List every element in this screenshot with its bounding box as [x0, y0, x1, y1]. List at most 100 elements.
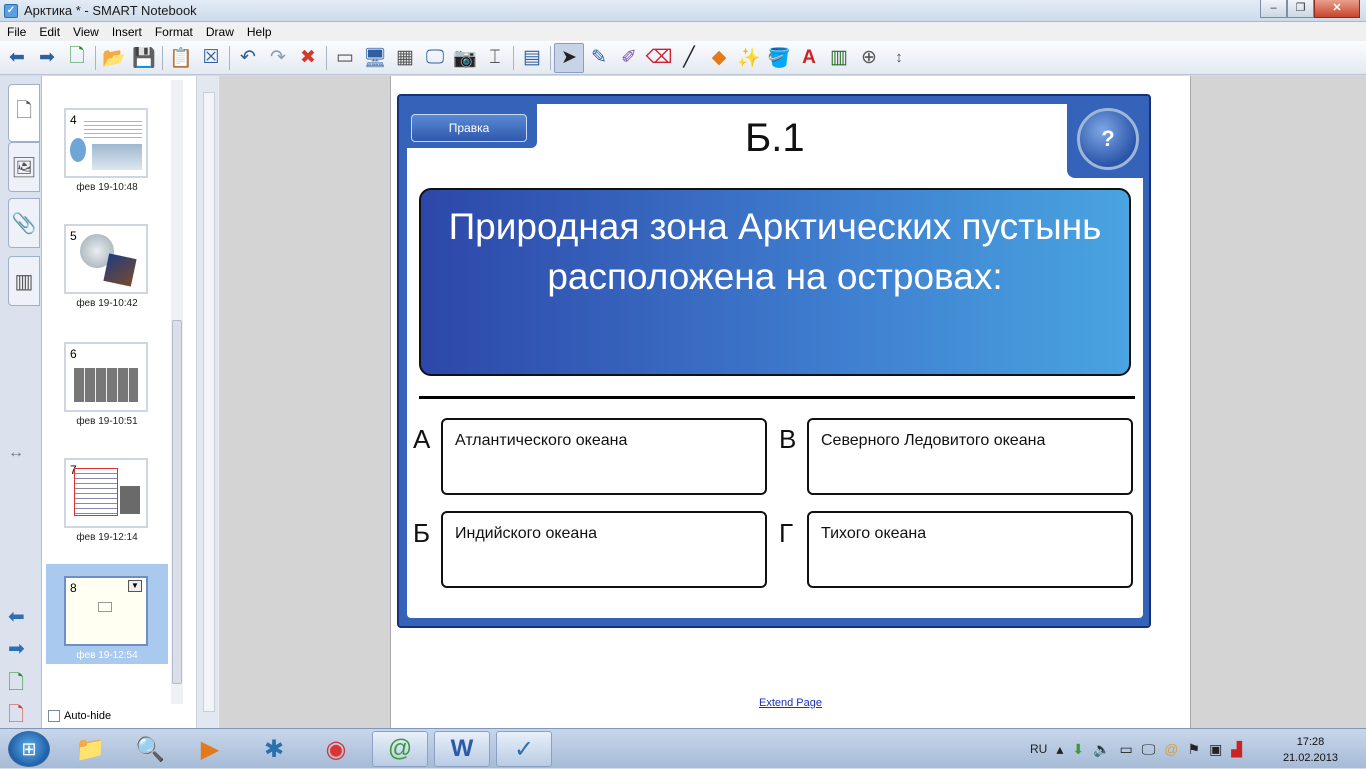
- answer-letter-a: А: [413, 424, 431, 454]
- taskbar: ⊞ 📁 🔍 ▶ ✱ ◉ @ W ✓ RU ▴ ⬇ 🔈 ▭ 🖵 @ ⚑ ▣ ▟ 1…: [0, 728, 1366, 768]
- gallery-tab[interactable]: 🖼: [8, 142, 40, 192]
- forward-arrow-icon[interactable]: ➡: [32, 43, 62, 73]
- menu-bar: File Edit View Insert Format Draw Help: [0, 22, 1366, 41]
- fill-icon[interactable]: 🪣: [764, 43, 794, 73]
- answer-box-v[interactable]: Северного Ледовитого океана: [807, 418, 1133, 495]
- back-arrow-icon[interactable]: ⬅: [2, 43, 32, 73]
- eraser-icon[interactable]: ⌫: [644, 43, 674, 73]
- page-thumbnail-6[interactable]: 6: [64, 342, 148, 412]
- dual-page-icon[interactable]: 🖵: [420, 43, 450, 73]
- menu-help[interactable]: Help: [240, 25, 278, 39]
- undo-icon[interactable]: ↶: [233, 43, 263, 73]
- properties-tab[interactable]: ▥: [8, 256, 40, 306]
- answer-letter-g: Г: [779, 518, 794, 548]
- smart-notebook-icon: ✓: [4, 3, 18, 18]
- table-icon[interactable]: ▤: [517, 43, 547, 73]
- redo-icon[interactable]: ↷: [263, 43, 293, 73]
- clock[interactable]: 17:28 21.02.2013: [1283, 734, 1338, 766]
- answer-box-a[interactable]: Атлантического океана: [441, 418, 767, 495]
- page-sorter-tab[interactable]: 🗋: [8, 84, 40, 142]
- maximize-button[interactable]: ❐: [1287, 0, 1314, 18]
- page-thumbnail-7[interactable]: 7: [64, 458, 148, 528]
- page-thumbnail-5[interactable]: 5: [64, 224, 148, 294]
- menu-file[interactable]: File: [0, 25, 32, 39]
- network-icon[interactable]: ▟: [1231, 741, 1242, 758]
- side-tabs: 🗋 🖼 📎 ▥ ↔ ⬅ ➡ 🗋 🗋: [0, 76, 42, 728]
- menu-format[interactable]: Format: [148, 25, 199, 39]
- full-screen-icon[interactable]: 🖥: [360, 43, 390, 73]
- document-camera-icon[interactable]: ⌶: [480, 43, 510, 73]
- add-page-icon[interactable]: 🗋: [62, 43, 92, 73]
- previous-page-icon[interactable]: ⬅: [8, 604, 25, 629]
- magic-pen-icon[interactable]: ✨: [734, 43, 764, 73]
- answer-box-g[interactable]: Тихого океана: [807, 511, 1133, 588]
- shapes-icon[interactable]: ◆: [704, 43, 734, 73]
- download-icon[interactable]: ⬇: [1072, 741, 1084, 758]
- menu-view[interactable]: View: [66, 25, 105, 39]
- answer-letter-b: Б: [413, 518, 431, 548]
- pravka-button[interactable]: Правка: [411, 114, 527, 142]
- volume-icon[interactable]: 🔈: [1093, 741, 1110, 758]
- menu-edit[interactable]: Edit: [32, 25, 66, 39]
- system-tray: RU ▴ ⬇ 🔈 ▭ 🖵 @ ⚑ ▣ ▟: [1030, 729, 1251, 769]
- minimize-button[interactable]: –: [1260, 0, 1287, 18]
- properties-icon[interactable]: ▥: [824, 43, 854, 73]
- usb-icon[interactable]: ▭: [1120, 741, 1133, 758]
- page-time-8: фев 19-12:54: [76, 650, 138, 661]
- media-player-icon[interactable]: ▶: [182, 731, 238, 767]
- transparent-bg-icon[interactable]: ▦: [390, 43, 420, 73]
- close-button[interactable]: ✕: [1314, 0, 1360, 18]
- extend-page-link[interactable]: Extend Page: [759, 697, 822, 709]
- autohide-option[interactable]: Auto-hide: [48, 710, 111, 722]
- chrome-icon[interactable]: ◉: [308, 731, 364, 767]
- add-page-icon-side[interactable]: 🗋: [8, 668, 24, 702]
- explorer-icon[interactable]: 📁: [62, 731, 118, 767]
- menu-insert[interactable]: Insert: [105, 25, 148, 39]
- sorter-scroll-thumb[interactable]: [172, 320, 182, 684]
- notebook-page[interactable]: Правка ? Б.1 Природная зона Арктических …: [390, 76, 1191, 728]
- quiz-slide: Правка ? Б.1 Природная зона Арктических …: [397, 94, 1151, 628]
- measure-icon[interactable]: ⊕: [854, 43, 884, 73]
- page-menu-dropdown[interactable]: ▼: [128, 580, 142, 592]
- help-tab: ?: [1067, 102, 1145, 178]
- answer-box-b[interactable]: Индийского океана: [441, 511, 767, 588]
- line-icon[interactable]: ╱: [674, 43, 704, 73]
- show-hidden-icons-icon[interactable]: ▴: [1056, 741, 1063, 758]
- pen-icon[interactable]: ✎: [584, 43, 614, 73]
- resize-sidebar-icon[interactable]: ↔: [8, 444, 24, 462]
- page-sorter: 4 фев 19-10:48 5 фев 19-10:42 6 фев 19-1…: [42, 76, 197, 728]
- mail-agent-icon[interactable]: @: [372, 731, 428, 767]
- divider-line: [419, 396, 1135, 399]
- autohide-checkbox[interactable]: [48, 710, 60, 722]
- title-bar: ✓ Арктика * - SMART Notebook – ❐ ✕: [0, 0, 1366, 22]
- attachments-tab[interactable]: 📎: [8, 198, 40, 248]
- canvas-scrollbar[interactable]: [203, 92, 215, 712]
- paste-icon[interactable]: 📋: [166, 43, 196, 73]
- search-app-icon[interactable]: 🔍: [122, 731, 178, 767]
- delete-icon[interactable]: ✖: [293, 43, 323, 73]
- help-button[interactable]: ?: [1077, 108, 1139, 170]
- page-thumbnail-4[interactable]: 4: [64, 108, 148, 178]
- page-thumbnail-8[interactable]: 8 ▼: [64, 576, 148, 646]
- move-toolbar-icon[interactable]: ↕: [884, 43, 914, 73]
- next-page-icon[interactable]: ➡: [8, 636, 25, 661]
- sorter-scrollbar[interactable]: [171, 80, 183, 704]
- creative-pen-icon[interactable]: ✐: [614, 43, 644, 73]
- mail-tray-icon[interactable]: @: [1164, 741, 1178, 757]
- bluetooth-app-icon[interactable]: ✱: [246, 731, 302, 767]
- text-icon[interactable]: A: [794, 43, 824, 73]
- device-icon[interactable]: ▣: [1209, 741, 1222, 758]
- word-icon[interactable]: W: [434, 731, 490, 767]
- menu-draw[interactable]: Draw: [199, 25, 240, 39]
- display-icon[interactable]: 🖵: [1142, 741, 1156, 758]
- save-icon[interactable]: 💾: [129, 43, 159, 73]
- flag-icon[interactable]: ⚑: [1188, 741, 1201, 758]
- language-indicator[interactable]: RU: [1030, 742, 1047, 756]
- screen-capture-icon[interactable]: 📷: [450, 43, 480, 73]
- select-icon[interactable]: ➤: [554, 42, 584, 73]
- start-button[interactable]: ⊞: [8, 731, 50, 767]
- smart-notebook-task-icon[interactable]: ✓: [496, 731, 552, 767]
- screen-shade-icon[interactable]: ▭: [330, 43, 360, 73]
- delete-page-icon[interactable]: ☒: [196, 43, 226, 73]
- open-folder-icon[interactable]: 📂: [99, 43, 129, 73]
